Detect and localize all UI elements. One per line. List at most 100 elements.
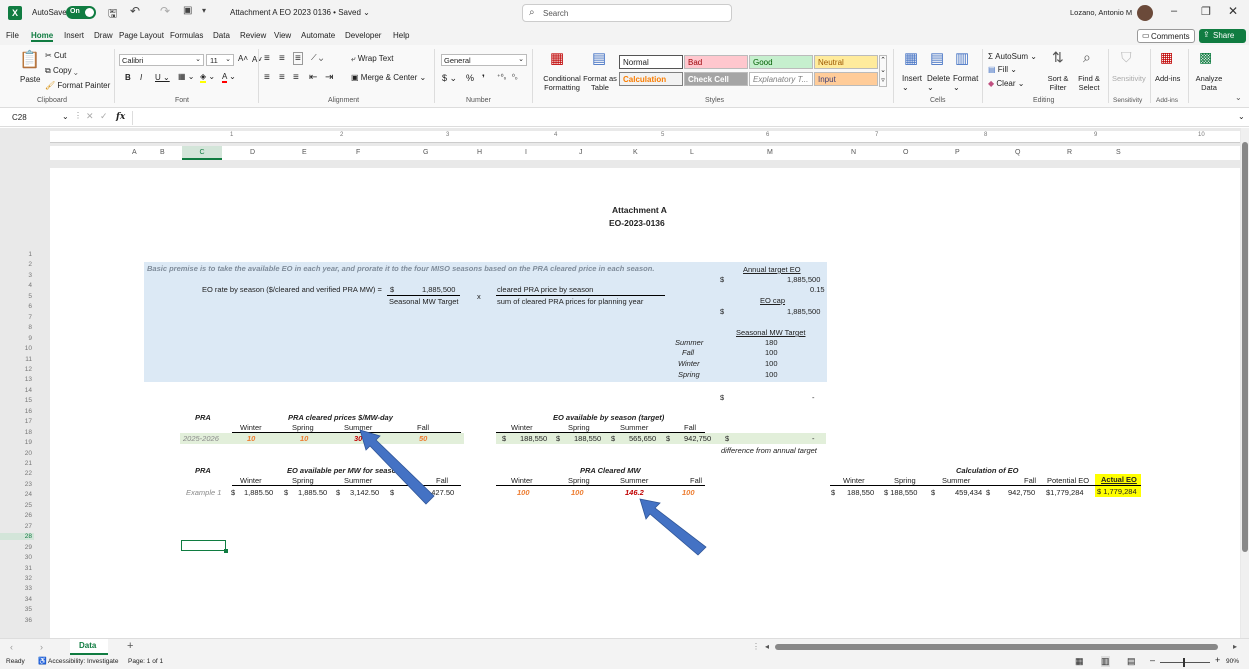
- col-header[interactable]: R: [1067, 149, 1072, 156]
- col-header[interactable]: E: [302, 149, 307, 156]
- col-header[interactable]: D: [250, 149, 255, 156]
- style-bad[interactable]: Bad: [684, 55, 748, 69]
- fill-button[interactable]: ▤ Fill ⌄: [988, 65, 1017, 74]
- increase-indent-icon[interactable]: ⇥: [325, 72, 333, 83]
- collapse-ribbon-icon[interactable]: ⌄: [1235, 93, 1242, 102]
- minimize-icon[interactable]: –: [1171, 5, 1177, 17]
- percent-icon[interactable]: %: [466, 73, 474, 83]
- row-header[interactable]: 33: [0, 585, 34, 592]
- row-header[interactable]: 32: [0, 575, 34, 582]
- align-center-icon[interactable]: ≡: [279, 72, 285, 83]
- row-header[interactable]: 8: [0, 324, 34, 331]
- copy-button[interactable]: ⧉ Copy ⌄: [45, 66, 78, 76]
- row-header[interactable]: 21: [0, 460, 34, 467]
- row-header[interactable]: 35: [0, 606, 34, 613]
- format-painter-button[interactable]: 🖌 Format Painter: [45, 81, 110, 90]
- accessibility-icon[interactable]: ♿: [38, 657, 47, 665]
- page-layout-view-icon[interactable]: ▥: [1101, 656, 1110, 667]
- next-sheet-icon[interactable]: ›: [40, 642, 43, 652]
- col-header[interactable]: A: [132, 149, 137, 156]
- sensitivity-button[interactable]: Sensitivity: [1112, 74, 1146, 83]
- row-header[interactable]: 31: [0, 565, 34, 572]
- find-select-button[interactable]: Find & Select: [1073, 74, 1105, 92]
- cut-button[interactable]: ✂ Cut: [45, 51, 66, 60]
- row-header[interactable]: 23: [0, 481, 34, 488]
- row-header[interactable]: 16: [0, 408, 34, 415]
- insert-cells-icon[interactable]: ▦: [904, 49, 918, 67]
- decrease-font-icon[interactable]: A˅: [252, 55, 262, 64]
- font-color-icon[interactable]: A ⌄: [222, 72, 236, 83]
- styles-scroll-icon[interactable]: ⌃ ⌄ ▿: [879, 55, 887, 87]
- col-header[interactable]: L: [690, 149, 694, 156]
- undo-icon[interactable]: ↶: [130, 4, 140, 18]
- tab-splitter-icon[interactable]: ⋮: [752, 642, 760, 651]
- col-header[interactable]: O: [903, 149, 908, 156]
- font-size-select[interactable]: 11 ⌄: [206, 54, 234, 66]
- col-header[interactable]: J: [579, 149, 583, 156]
- row-header[interactable]: 29: [0, 544, 34, 551]
- user-name[interactable]: Lozano, Antonio M: [1070, 8, 1132, 17]
- row-header[interactable]: 7: [0, 314, 34, 321]
- align-bottom-icon[interactable]: ≡: [293, 52, 303, 65]
- row-header[interactable]: 11: [0, 356, 34, 363]
- save-icon[interactable]: 🖫: [108, 5, 117, 24]
- zoom-out-icon[interactable]: –: [1150, 655, 1155, 665]
- menu-draw[interactable]: Draw: [94, 31, 113, 40]
- accessibility-status[interactable]: Accessibility: Investigate: [48, 658, 118, 665]
- menu-review[interactable]: Review: [240, 31, 266, 40]
- row-header[interactable]: 30: [0, 554, 34, 561]
- row-header[interactable]: 26: [0, 512, 34, 519]
- menu-file[interactable]: File: [6, 31, 19, 40]
- conditional-formatting-button[interactable]: Conditional Formatting: [538, 74, 586, 92]
- row-header[interactable]: 3: [0, 272, 34, 279]
- sensitivity-icon[interactable]: ⛉: [1121, 49, 1132, 66]
- row-header[interactable]: 6: [0, 303, 34, 310]
- row-header[interactable]: 10: [0, 345, 34, 352]
- scroll-left-icon[interactable]: ◂: [765, 642, 769, 651]
- zoom-level[interactable]: 90%: [1226, 658, 1239, 665]
- conditional-formatting-icon[interactable]: ▦: [550, 49, 564, 67]
- menu-data[interactable]: Data: [213, 31, 230, 40]
- align-top-icon[interactable]: ≡: [264, 53, 270, 64]
- col-header[interactable]: Q: [1015, 149, 1020, 156]
- formula-input[interactable]: [132, 111, 1232, 125]
- row-header[interactable]: 25: [0, 502, 34, 509]
- cancel-entry-icon[interactable]: ✕: [86, 111, 94, 122]
- row-header[interactable]: 24: [0, 491, 34, 498]
- style-good[interactable]: Good: [749, 55, 813, 69]
- zoom-slider[interactable]: [1160, 658, 1210, 667]
- align-left-icon[interactable]: ≡: [264, 72, 270, 83]
- col-header[interactable]: I: [525, 149, 527, 156]
- search-box[interactable]: ⌕ Search: [522, 4, 732, 22]
- orientation-icon[interactable]: ⟋ ⌄: [311, 53, 323, 63]
- row-header[interactable]: 19: [0, 439, 34, 446]
- row-header[interactable]: 1: [0, 251, 34, 258]
- align-middle-icon[interactable]: ≡: [279, 53, 285, 64]
- row-header[interactable]: 34: [0, 596, 34, 603]
- vertical-scrollbar[interactable]: [1241, 128, 1249, 638]
- row-header[interactable]: 18: [0, 429, 34, 436]
- increase-decimal-icon[interactable]: ⁺⁰₀: [497, 73, 506, 81]
- format-as-table-button[interactable]: Format as Table: [582, 74, 618, 92]
- menu-developer[interactable]: Developer: [345, 31, 381, 40]
- row-header[interactable]: 5: [0, 293, 34, 300]
- borders-icon[interactable]: ▦ ⌄: [178, 72, 194, 81]
- format-as-table-icon[interactable]: ▤: [592, 49, 606, 67]
- find-select-icon[interactable]: ⌕: [1083, 49, 1091, 66]
- row-header[interactable]: 36: [0, 617, 34, 624]
- fill-color-icon[interactable]: ◈ ⌄: [200, 72, 215, 83]
- number-format-select[interactable]: General ⌄: [441, 54, 527, 66]
- menu-formulas[interactable]: Formulas: [170, 31, 203, 40]
- merge-center-button[interactable]: ▣ Merge & Center ⌄: [351, 73, 426, 82]
- align-right-icon[interactable]: ≡: [293, 72, 299, 83]
- analyze-data-button[interactable]: Analyze Data: [1193, 74, 1225, 92]
- addins-button[interactable]: Add-ins: [1155, 74, 1180, 83]
- currency-icon[interactable]: $ ⌄: [442, 73, 457, 84]
- menu-page-layout[interactable]: Page Layout: [119, 31, 164, 40]
- menu-help[interactable]: Help: [393, 31, 409, 40]
- avatar[interactable]: [1137, 5, 1153, 21]
- document-title[interactable]: Attachment A EO 2023 0136 • Saved ⌄: [230, 8, 370, 17]
- format-cells-button[interactable]: Format ⌄: [953, 74, 978, 92]
- row-header[interactable]: 27: [0, 523, 34, 530]
- comments-button[interactable]: ▭ Comments: [1137, 29, 1195, 43]
